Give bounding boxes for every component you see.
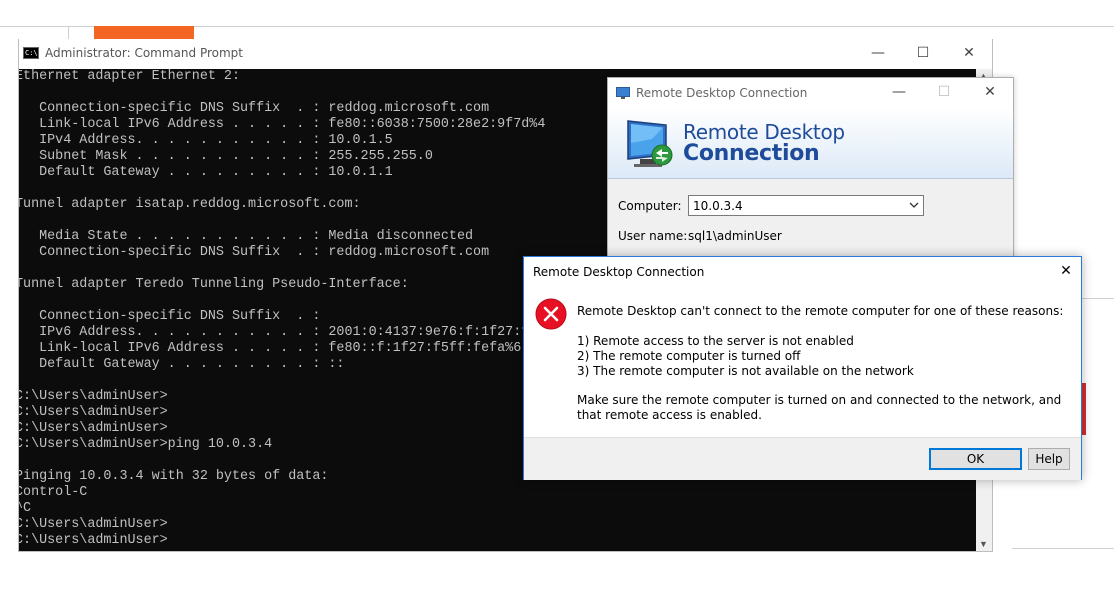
rdc-minimize-button[interactable]: —	[876, 78, 922, 108]
username-label: User name:	[618, 229, 688, 243]
error-dialog-footer: OK Help	[524, 437, 1081, 480]
computer-select[interactable]: 10.0.3.4	[688, 195, 924, 216]
cmd-titlebar[interactable]: C:\ Administrator: Command Prompt — ☐ ✕	[19, 39, 992, 69]
error-reason-item: 3) The remote computer is not available …	[577, 364, 914, 378]
cmd-close-button[interactable]: ✕	[946, 39, 992, 69]
help-button[interactable]: Help	[1028, 448, 1070, 470]
username-value: sql1\adminUser	[688, 229, 782, 243]
error-reason-item: 1) Remote access to the server is not en…	[577, 334, 854, 348]
rdc-maximize-button: ☐	[937, 84, 951, 100]
chevron-down-icon[interactable]	[907, 198, 921, 212]
cmd-maximize-button[interactable]: ☐	[900, 39, 946, 69]
scroll-down-icon[interactable]: ▼	[979, 539, 988, 549]
computer-label: Computer:	[618, 199, 682, 213]
background-window-top	[0, 0, 1114, 27]
error-dialog[interactable]: Remote Desktop Connection ✕ Remote Deskt…	[523, 256, 1082, 480]
error-reason-item: 2) The remote computer is turned off	[577, 349, 801, 363]
error-advice: Make sure the remote computer is turned …	[577, 393, 1062, 422]
error-dialog-close-button[interactable]: ✕	[1051, 257, 1081, 287]
computer-value: 10.0.3.4	[693, 199, 743, 213]
cmd-icon: C:\	[23, 47, 39, 59]
error-dialog-title: Remote Desktop Connection	[533, 265, 705, 279]
rdc-window-title: Remote Desktop Connection	[636, 86, 808, 100]
rdc-banner: Remote Desktop Connection	[608, 108, 1013, 179]
rdc-title-icon	[616, 87, 630, 99]
rdc-titlebar[interactable]: Remote Desktop Connection — ☐ ✕	[608, 78, 1013, 108]
error-icon	[535, 298, 567, 330]
error-message: Remote Desktop can't connect to the remo…	[577, 304, 1064, 318]
rdc-window[interactable]: Remote Desktop Connection — ☐ ✕ Remote D…	[607, 77, 1014, 279]
ok-button[interactable]: OK	[929, 448, 1022, 470]
cmd-minimize-button[interactable]: —	[855, 39, 901, 69]
console-text: Ethernet adapter Ethernet 2: Connection-…	[19, 69, 546, 548]
remote-desktop-monitor-icon	[627, 120, 673, 167]
rdc-close-button[interactable]: ✕	[967, 78, 1013, 108]
background-divider	[1012, 548, 1114, 549]
rdc-banner-title-line2: Connection	[683, 141, 820, 166]
cmd-window-title: Administrator: Command Prompt	[45, 46, 243, 60]
